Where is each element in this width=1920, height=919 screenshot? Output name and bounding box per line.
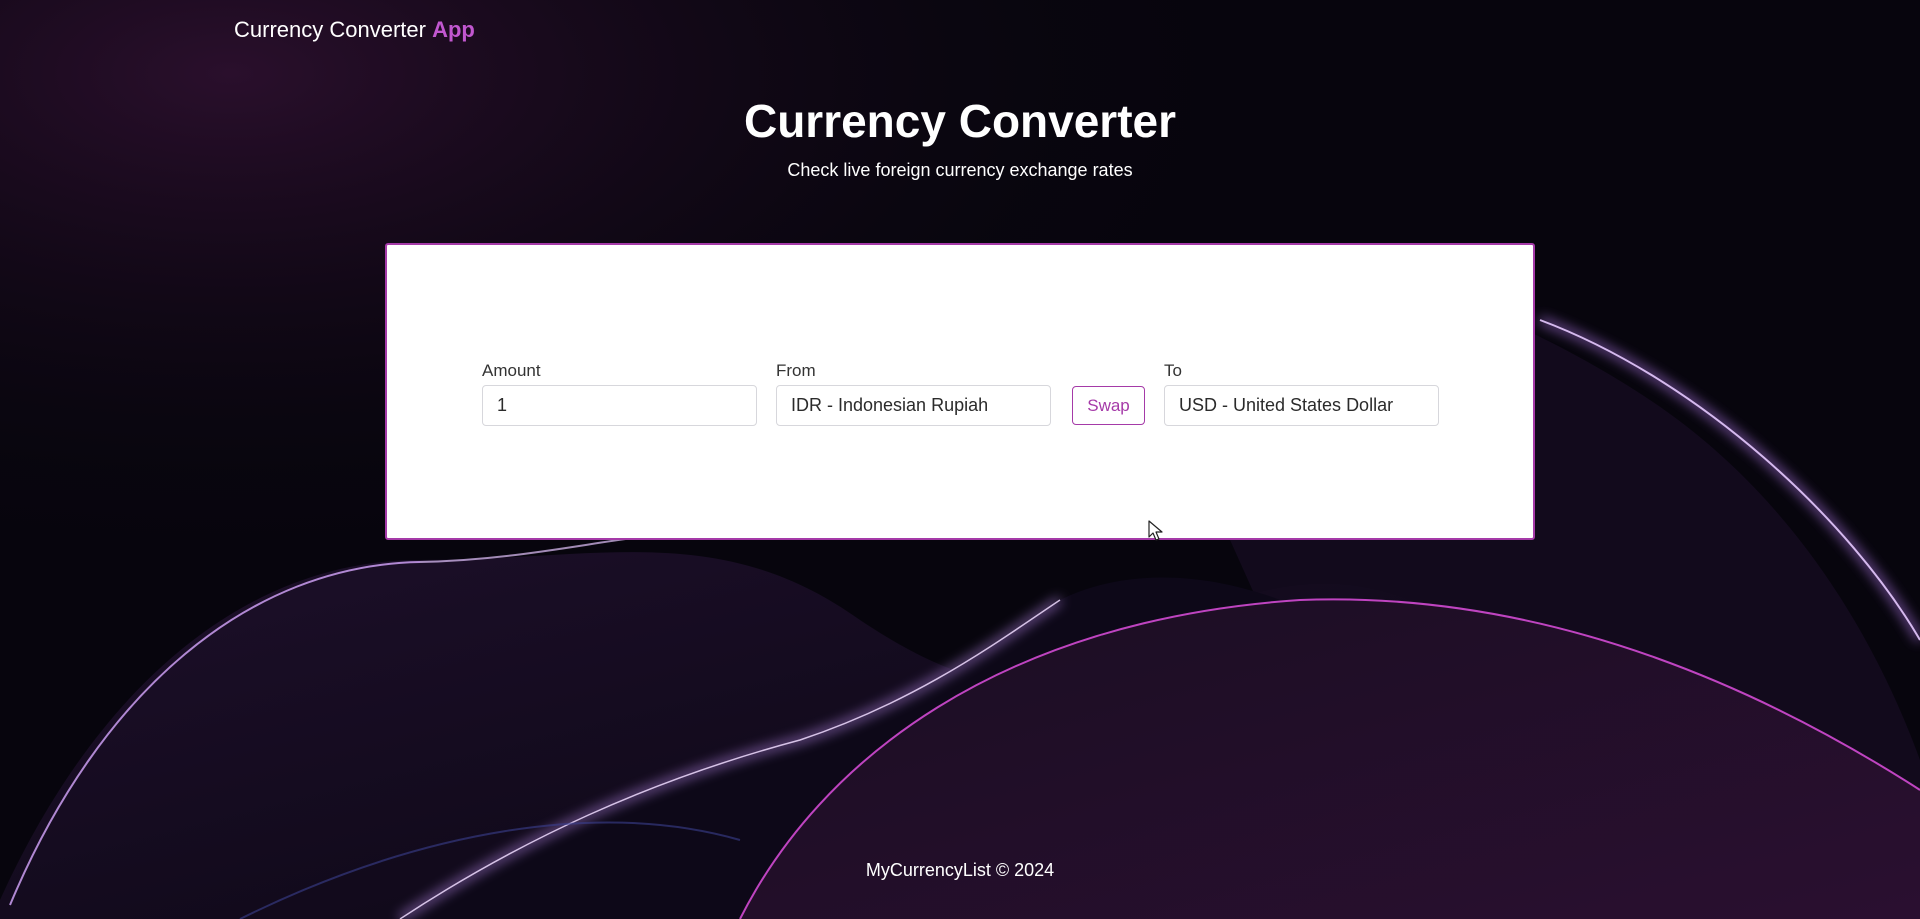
converter-card: Amount From IDR - Indonesian Rupiah Swap… bbox=[385, 243, 1535, 540]
footer-copyright: MyCurrencyList © 2024 bbox=[865, 860, 1055, 880]
mouse-cursor-icon bbox=[1148, 520, 1163, 541]
page-title: Currency Converter bbox=[743, 95, 1177, 147]
brand-name: Currency Converter bbox=[234, 17, 426, 42]
from-label: From bbox=[776, 361, 816, 380]
brand-logo[interactable]: Currency Converter App bbox=[234, 17, 475, 43]
brand-accent: App bbox=[432, 17, 475, 42]
from-currency-select[interactable]: IDR - Indonesian Rupiah bbox=[776, 385, 1051, 426]
to-currency-select[interactable]: USD - United States Dollar bbox=[1164, 385, 1439, 426]
page-subtitle: Check live foreign currency exchange rat… bbox=[787, 160, 1133, 180]
amount-label: Amount bbox=[482, 361, 541, 380]
swap-button[interactable]: Swap bbox=[1072, 386, 1145, 425]
amount-input[interactable] bbox=[482, 385, 757, 426]
to-label: To bbox=[1164, 361, 1182, 380]
